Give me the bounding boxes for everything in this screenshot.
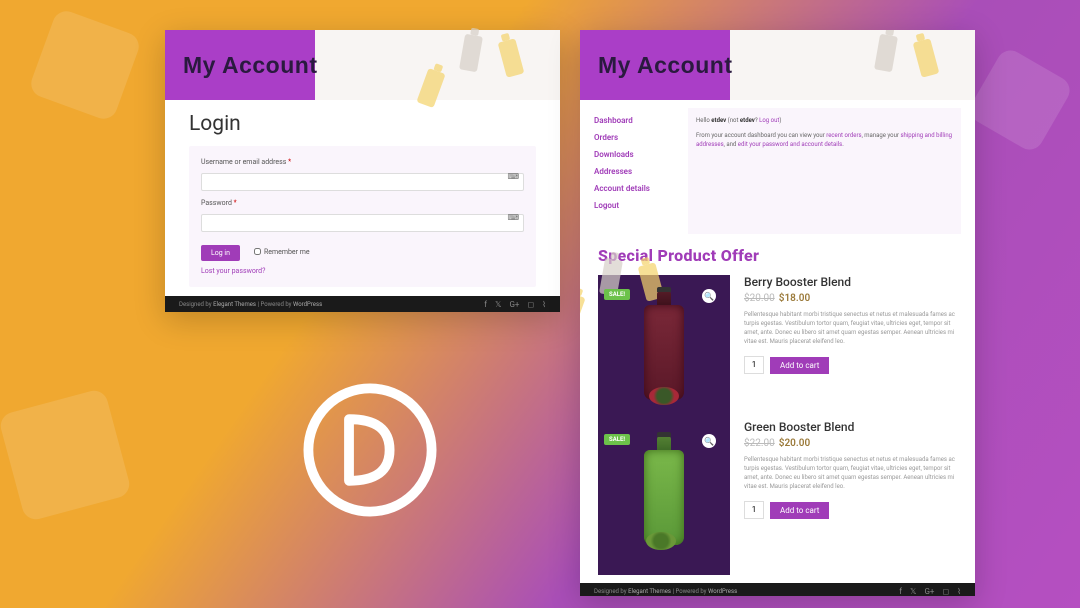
product-description: Pellentesque habitant morbi tristique se… bbox=[744, 310, 957, 346]
platform-link[interactable]: WordPress bbox=[293, 301, 322, 308]
facebook-icon[interactable]: f bbox=[484, 300, 487, 309]
dashboard-content: Hello etdev (not etdev? Log out) From yo… bbox=[688, 108, 961, 234]
divi-logo bbox=[300, 380, 440, 520]
page-title: My Account bbox=[598, 52, 733, 79]
sale-badge: SALE! bbox=[604, 289, 630, 300]
designer-link[interactable]: Elegant Themes bbox=[628, 588, 671, 595]
nav-dashboard[interactable]: Dashboard bbox=[594, 112, 684, 129]
green-bottle bbox=[644, 450, 684, 545]
lock-icon: ⌨ bbox=[507, 213, 519, 222]
nav-addresses[interactable]: Addresses bbox=[594, 163, 684, 180]
nav-orders[interactable]: Orders bbox=[594, 129, 684, 146]
product-image-berry[interactable]: SALE! 🔍 bbox=[608, 285, 720, 420]
bg-shape bbox=[965, 45, 1074, 154]
product-name[interactable]: Berry Booster Blend bbox=[744, 275, 957, 289]
product-name[interactable]: Green Booster Blend bbox=[744, 420, 957, 434]
page-title: My Account bbox=[183, 52, 318, 79]
twitter-icon[interactable]: 𝕏 bbox=[910, 587, 916, 596]
instagram-icon[interactable]: ◻ bbox=[942, 587, 949, 596]
google-plus-icon[interactable]: G+ bbox=[924, 587, 934, 596]
product-green: Green Booster Blend $22.00$20.00 Pellent… bbox=[744, 420, 957, 565]
product-price: $22.00$20.00 bbox=[744, 438, 957, 449]
login-button[interactable]: Log in bbox=[201, 245, 240, 261]
user-icon: ⌨ bbox=[507, 172, 519, 181]
nav-logout[interactable]: Logout bbox=[594, 197, 684, 214]
hero-banner: My Account bbox=[165, 30, 560, 100]
rss-icon[interactable]: ⌇ bbox=[542, 300, 546, 309]
zoom-icon[interactable]: 🔍 bbox=[702, 289, 716, 303]
quantity-input[interactable]: 1 bbox=[744, 356, 764, 374]
logout-link[interactable]: Log out bbox=[759, 117, 779, 124]
quantity-input[interactable]: 1 bbox=[744, 501, 764, 519]
edit-account-link[interactable]: edit your password and account details bbox=[738, 141, 842, 148]
special-offer-section: Special Product Offer SALE! 🔍 SALE! 🔍 Be… bbox=[580, 234, 975, 596]
product-description: Pellentesque habitant morbi tristique se… bbox=[744, 455, 957, 491]
decorative-bottle bbox=[459, 34, 483, 73]
decorative-bottle bbox=[913, 38, 940, 77]
instagram-icon[interactable]: ◻ bbox=[527, 300, 534, 309]
remember-me[interactable]: Remember me bbox=[254, 248, 310, 256]
login-form: Username or email address * ⌨ Password *… bbox=[189, 146, 536, 287]
password-label: Password * bbox=[201, 199, 524, 207]
platform-link[interactable]: WordPress bbox=[708, 588, 737, 595]
recent-orders-link[interactable]: recent orders bbox=[826, 132, 861, 139]
product-image-green[interactable]: SALE! 🔍 bbox=[608, 430, 720, 565]
sale-badge: SALE! bbox=[604, 434, 630, 445]
bg-shape bbox=[0, 388, 132, 523]
account-nav: Dashboard Orders Downloads Addresses Acc… bbox=[594, 108, 684, 234]
rss-icon[interactable]: ⌇ bbox=[957, 587, 961, 596]
username-input[interactable] bbox=[201, 173, 524, 191]
lost-password-link[interactable]: Lost your password? bbox=[201, 267, 524, 275]
add-to-cart-button[interactable]: Add to cart bbox=[770, 502, 829, 519]
facebook-icon[interactable]: f bbox=[899, 587, 902, 596]
login-panel: My Account Login Username or email addre… bbox=[165, 30, 560, 312]
hero-banner: My Account bbox=[580, 30, 975, 100]
decorative-bottle bbox=[498, 38, 525, 77]
google-plus-icon[interactable]: G+ bbox=[509, 300, 519, 309]
twitter-icon[interactable]: 𝕏 bbox=[495, 300, 501, 309]
username-label: Username or email address * bbox=[201, 158, 524, 166]
zoom-icon[interactable]: 🔍 bbox=[702, 434, 716, 448]
password-input[interactable] bbox=[201, 214, 524, 232]
product-berry: Berry Booster Blend $20.00$18.00 Pellent… bbox=[744, 275, 957, 420]
login-heading: Login bbox=[189, 112, 536, 136]
footer: Designed by Elegant Themes | Powered by … bbox=[165, 296, 560, 312]
add-to-cart-button[interactable]: Add to cart bbox=[770, 357, 829, 374]
remember-checkbox[interactable] bbox=[254, 248, 261, 255]
account-panel: My Account Dashboard Orders Downloads Ad… bbox=[580, 30, 975, 596]
decorative-bottle bbox=[874, 34, 898, 73]
footer: Designed by Elegant Themes | Powered by … bbox=[580, 583, 975, 596]
designer-link[interactable]: Elegant Themes bbox=[213, 301, 256, 308]
product-image-column: SALE! 🔍 SALE! 🔍 bbox=[598, 275, 730, 575]
nav-account-details[interactable]: Account details bbox=[594, 180, 684, 197]
nav-downloads[interactable]: Downloads bbox=[594, 146, 684, 163]
berry-bottle bbox=[644, 305, 684, 400]
bg-shape bbox=[27, 7, 142, 122]
product-price: $20.00$18.00 bbox=[744, 293, 957, 304]
